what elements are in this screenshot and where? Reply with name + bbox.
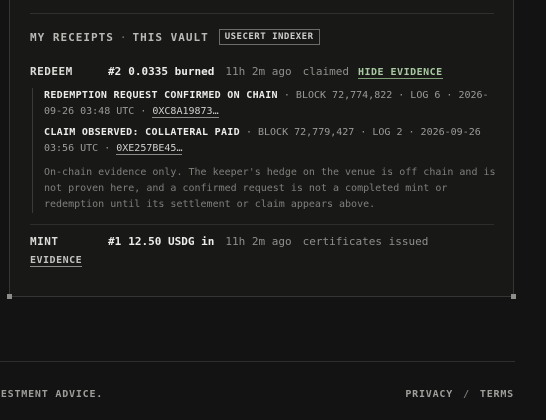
- footer-separator: /: [463, 389, 470, 400]
- receipt-row-mint: MINT #1 12.50 USDG in 11h 2m ago certifi…: [30, 235, 437, 248]
- indexer-badge: USECERT INDEXER: [218, 29, 320, 45]
- section-subtitle: THIS VAULT: [132, 30, 209, 44]
- receipt-status: certificates issued: [302, 235, 429, 248]
- top-divider: [30, 13, 494, 14]
- evidence-panel: REDEMPTION REQUEST CONFIRMED ON CHAIN · …: [32, 88, 506, 213]
- terms-link[interactable]: TERMS: [480, 389, 514, 400]
- receipt-time-ago: 11h 2m ago: [225, 65, 292, 78]
- receipt-time-ago: 11h 2m ago: [225, 235, 292, 248]
- receipt-kind: MINT: [30, 235, 59, 248]
- evidence-item-claim: CLAIM OBSERVED: COLLATERAL PAID · BLOCK …: [44, 125, 506, 157]
- header-separator: ·: [119, 30, 127, 44]
- footer-disclaimer: VESTMENT ADVICE.: [0, 389, 104, 400]
- evidence-title: REDEMPTION REQUEST CONFIRMED ON CHAIN: [44, 90, 278, 101]
- receipt-row-redeem: REDEEM #2 0.0335 burned 11h 2m ago claim…: [30, 65, 443, 79]
- privacy-link[interactable]: PRIVACY: [405, 389, 453, 400]
- resize-corner-left: [7, 294, 12, 299]
- evidence-disclaimer: On-chain evidence only. The keeper's hed…: [44, 167, 496, 210]
- evidence-item-request: REDEMPTION REQUEST CONFIRMED ON CHAIN · …: [44, 88, 506, 120]
- tx-hash-link[interactable]: 0XC8A19873…: [152, 106, 219, 118]
- section-header: MY RECEIPTS · THIS VAULT USECERT INDEXER: [30, 29, 320, 45]
- footer-links: PRIVACY / TERMS: [405, 389, 514, 400]
- receipt-status: claimed: [302, 65, 349, 78]
- footer-divider: [0, 361, 515, 362]
- receipt-amount: 0.0335 burned: [128, 65, 215, 78]
- hide-evidence-link[interactable]: HIDE EVIDENCE: [357, 67, 443, 79]
- receipt-amount: 12.50 USDG in: [128, 235, 215, 248]
- receipt-kind: REDEEM: [30, 65, 73, 78]
- resize-corner-right: [511, 294, 516, 299]
- tx-hash-link[interactable]: 0XE257BE45…: [116, 143, 183, 155]
- section-title: MY RECEIPTS: [30, 30, 114, 44]
- receipt-number: #1: [108, 235, 122, 248]
- receipt-number: #2: [108, 65, 122, 78]
- evidence-title: CLAIM OBSERVED: COLLATERAL PAID: [44, 127, 240, 138]
- row-divider: [30, 224, 494, 225]
- show-evidence-link[interactable]: EVIDENCE: [30, 255, 83, 267]
